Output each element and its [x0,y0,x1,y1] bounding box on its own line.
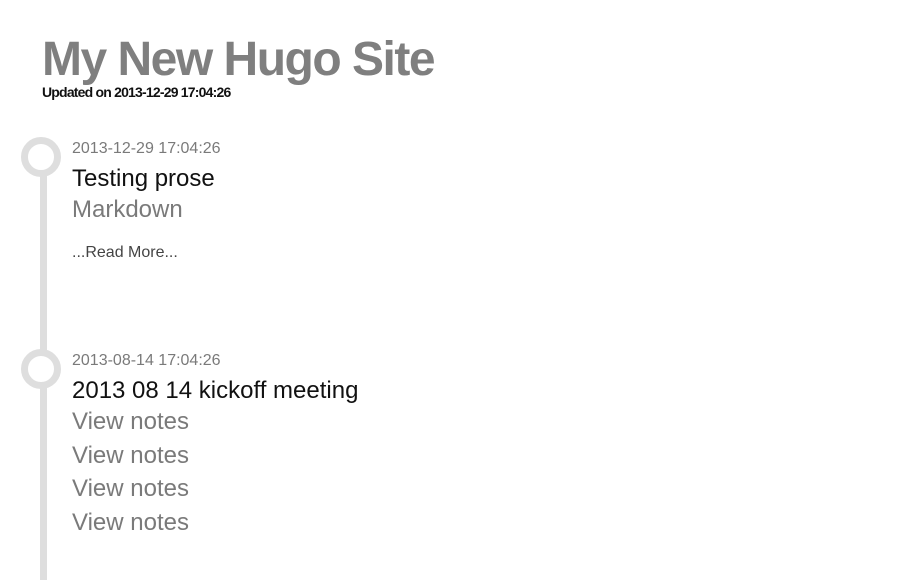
site-header: My New Hugo Site Updated on 2013-12-29 1… [42,30,436,100]
post-title[interactable]: 2013 08 14 kickoff meeting [72,377,358,405]
post-date: 2013-08-14 17:04:26 [72,352,221,369]
timeline-post: 2013-08-14 17:04:26 2013 08 14 kickoff m… [72,351,358,539]
view-notes-link[interactable]: View notes [72,405,358,439]
site-title[interactable]: My New Hugo Site [42,30,436,90]
view-notes-link[interactable]: View notes [72,506,358,540]
view-notes-link[interactable]: View notes [72,439,358,473]
timeline-node-icon [21,349,61,389]
view-notes-link[interactable]: View notes [72,472,358,506]
post-tag: Markdown [72,196,183,223]
timeline-node-icon [21,137,61,177]
timeline-post: 2013-12-29 17:04:26 Testing prose Markdo… [72,139,221,263]
post-date: 2013-12-29 17:04:26 [72,140,221,157]
post-title[interactable]: Testing prose [72,165,221,193]
read-more-link[interactable]: ...Read More... [72,243,221,263]
